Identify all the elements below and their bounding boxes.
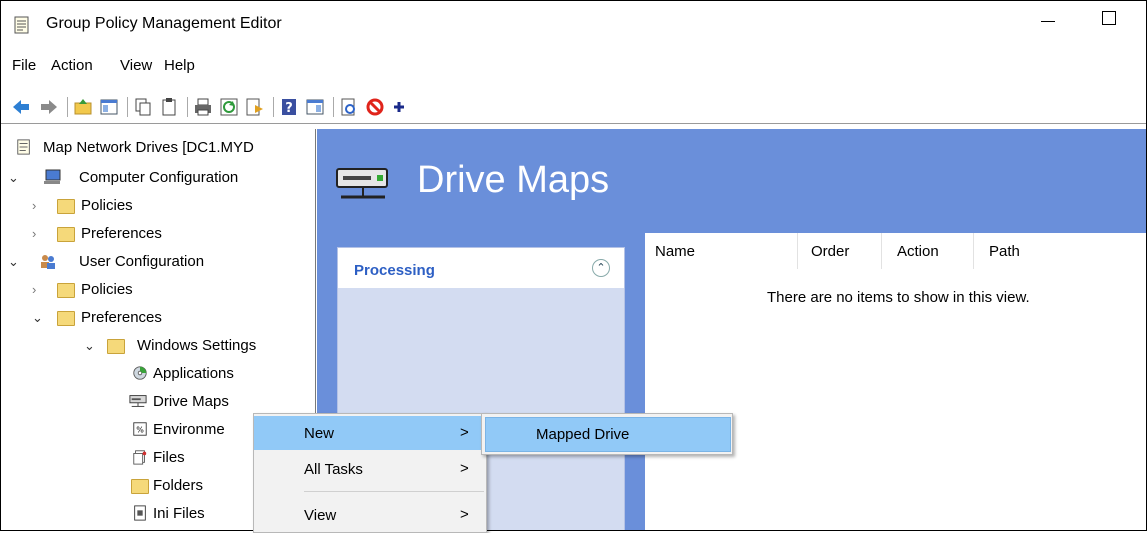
menu-item-label: View bbox=[304, 507, 337, 524]
chevron-down-icon[interactable]: ⌄ bbox=[32, 310, 43, 326]
print-icon[interactable] bbox=[193, 97, 213, 117]
up-folder-icon[interactable] bbox=[73, 97, 93, 117]
tree-item-label: Drive Maps bbox=[153, 393, 229, 410]
menu-help[interactable]: Help bbox=[164, 57, 195, 74]
empty-list-message: There are no items to show in this view. bbox=[767, 289, 1030, 306]
toolbar: ? bbox=[1, 91, 1146, 124]
files-icon bbox=[133, 450, 147, 465]
chevron-down-icon[interactable]: ⌄ bbox=[84, 338, 95, 354]
title-bar: Group Policy Management Editor bbox=[1, 1, 1146, 47]
folder-icon bbox=[57, 227, 75, 242]
tree-item-label: Environme bbox=[153, 421, 225, 438]
computer-icon bbox=[44, 169, 61, 184]
column-header-order[interactable]: Order bbox=[811, 243, 849, 260]
column-divider[interactable] bbox=[881, 233, 882, 269]
menu-file[interactable]: File bbox=[12, 57, 36, 74]
maximize-button[interactable] bbox=[1102, 11, 1116, 25]
menu-item-all-tasks[interactable]: All Tasks > bbox=[254, 452, 486, 486]
tree-item-label: Policies bbox=[81, 197, 133, 214]
menu-item-mapped-drive[interactable]: Mapped Drive bbox=[485, 417, 731, 452]
folder-icon bbox=[107, 339, 125, 354]
column-header-name[interactable]: Name bbox=[655, 243, 695, 260]
chevron-right-icon[interactable]: › bbox=[32, 226, 36, 241]
disable-icon[interactable] bbox=[365, 97, 385, 117]
applications-icon bbox=[133, 366, 147, 380]
chevron-right-icon[interactable]: › bbox=[32, 198, 36, 213]
tree-item-label: Applications bbox=[153, 365, 234, 382]
column-header-action[interactable]: Action bbox=[897, 243, 939, 260]
menu-item-new[interactable]: New > bbox=[254, 416, 486, 450]
toolbar-separator bbox=[273, 97, 274, 117]
chevron-right-icon[interactable]: › bbox=[32, 282, 36, 297]
folder-icon bbox=[131, 479, 149, 494]
tree-item-label: Preferences bbox=[81, 225, 162, 242]
users-icon bbox=[41, 255, 55, 269]
minimize-button[interactable] bbox=[1041, 21, 1055, 22]
tree-item-label: Preferences bbox=[81, 309, 162, 326]
show-action-pane-icon[interactable] bbox=[305, 97, 325, 117]
tree-item-label: Ini Files bbox=[153, 505, 205, 522]
tree-item-label: Policies bbox=[81, 281, 133, 298]
menu-action[interactable]: Action bbox=[51, 57, 93, 74]
paste-icon[interactable] bbox=[159, 97, 179, 117]
collapse-icon[interactable]: ⌃ bbox=[592, 259, 610, 277]
tree-item-label: Folders bbox=[153, 477, 204, 494]
processing-title: Processing bbox=[354, 262, 435, 279]
back-icon[interactable] bbox=[11, 97, 31, 117]
chevron-down-icon[interactable]: ⌄ bbox=[8, 170, 19, 186]
drive-icon bbox=[129, 395, 147, 407]
processing-header: Processing ⌃ bbox=[338, 248, 624, 288]
environment-icon: % bbox=[133, 422, 147, 436]
properties-icon[interactable] bbox=[339, 97, 359, 117]
export-list-icon[interactable] bbox=[245, 97, 265, 117]
chevron-right-icon: > bbox=[460, 424, 469, 441]
banner-title: Drive Maps bbox=[417, 159, 610, 201]
show-hide-tree-icon[interactable] bbox=[99, 97, 119, 117]
drive-maps-banner-icon bbox=[336, 168, 388, 199]
tree-item-label: Windows Settings bbox=[137, 337, 257, 354]
help-icon[interactable]: ? bbox=[279, 97, 299, 117]
copy-icon[interactable] bbox=[133, 97, 153, 117]
add-icon[interactable] bbox=[389, 97, 409, 117]
ini-file-icon bbox=[134, 505, 146, 521]
tree-root-label: Map Network Drives [DC1.MYD bbox=[43, 139, 254, 156]
forward-icon[interactable] bbox=[39, 97, 59, 117]
svg-text:?: ? bbox=[285, 101, 293, 116]
column-header-path[interactable]: Path bbox=[989, 243, 1020, 260]
menu-separator bbox=[304, 491, 484, 492]
gpo-editor-icon bbox=[14, 16, 29, 34]
folder-icon bbox=[57, 283, 75, 298]
chevron-right-icon: > bbox=[460, 506, 469, 523]
chevron-right-icon: > bbox=[460, 460, 469, 477]
toolbar-separator bbox=[127, 97, 128, 117]
folder-icon bbox=[57, 199, 75, 214]
menu-item-label: New bbox=[304, 425, 335, 442]
gpo-icon bbox=[17, 139, 30, 155]
context-menu: New > All Tasks > View > bbox=[253, 413, 487, 533]
tree-item-label: Computer Configuration bbox=[79, 169, 239, 186]
menu-item-label: All Tasks bbox=[304, 461, 363, 478]
menu-item-label: Mapped Drive bbox=[536, 426, 630, 443]
folder-icon bbox=[57, 311, 75, 326]
new-submenu: Mapped Drive bbox=[481, 413, 733, 455]
column-divider[interactable] bbox=[797, 233, 798, 269]
column-divider[interactable] bbox=[973, 233, 974, 269]
menu-item-view[interactable]: View > bbox=[254, 498, 486, 532]
toolbar-separator bbox=[333, 97, 334, 117]
tree-item-label: Files bbox=[153, 449, 185, 466]
chevron-down-icon[interactable]: ⌄ bbox=[8, 254, 19, 270]
svg-text:%: % bbox=[136, 426, 144, 435]
toolbar-separator bbox=[187, 97, 188, 117]
toolbar-separator bbox=[67, 97, 68, 117]
tree-item-label: User Configuration bbox=[79, 253, 205, 270]
items-list: Name Order Action Path There are no item… bbox=[645, 233, 1146, 530]
menu-view[interactable]: View bbox=[120, 57, 152, 74]
window-title: Group Policy Management Editor bbox=[46, 15, 282, 32]
refresh-icon[interactable] bbox=[219, 97, 239, 117]
